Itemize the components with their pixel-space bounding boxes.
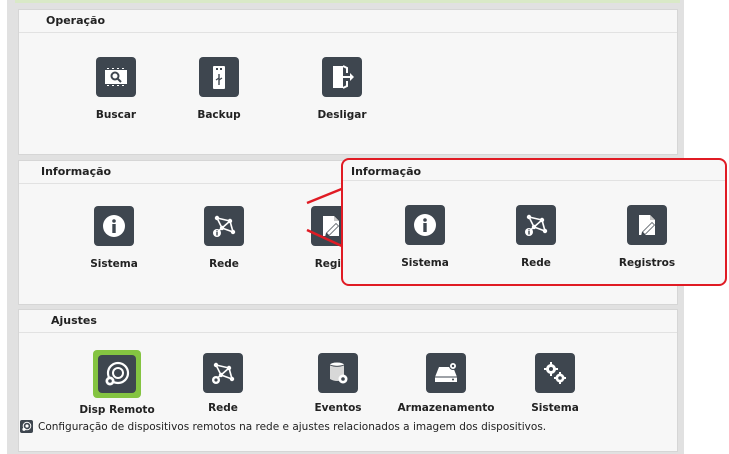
- zoom-callout: Informação Sistema Rede Registros: [341, 158, 727, 286]
- callout-rede-button[interactable]: Rede: [481, 205, 591, 269]
- annotation-line-top: [306, 186, 345, 205]
- informacao-title: Informação: [41, 165, 112, 178]
- info-rede-label: Rede: [209, 258, 239, 270]
- divider: [19, 332, 677, 333]
- callout-sistema-label: Sistema: [401, 257, 449, 269]
- callout-sistema-button[interactable]: Sistema: [370, 205, 480, 269]
- search-video-icon: [96, 57, 136, 97]
- info-sistema-label: Sistema: [90, 258, 138, 270]
- backup-button[interactable]: Backup: [164, 57, 274, 121]
- network-icon: [203, 353, 243, 393]
- info-sistema-button[interactable]: Sistema: [59, 206, 169, 270]
- buscar-label: Buscar: [95, 109, 137, 121]
- operacao-panel: Operação Buscar Backup Desligar: [18, 9, 678, 155]
- top-accent-line: [15, 0, 680, 3]
- desligar-button[interactable]: Desligar: [287, 57, 397, 121]
- remote-camera-icon: [98, 355, 136, 393]
- annotation-line-bottom: [306, 228, 345, 249]
- buscar-button[interactable]: Buscar: [61, 57, 171, 121]
- selected-highlight: [93, 350, 141, 398]
- ajustes-sistema-label: Sistema: [531, 402, 579, 414]
- ajustes-sistema-button[interactable]: Sistema: [500, 353, 610, 414]
- eventos-button[interactable]: Eventos: [283, 353, 393, 414]
- backup-label: Backup: [197, 109, 241, 121]
- description-bar: Configuração de dispositivos remotos na …: [20, 420, 546, 433]
- operacao-title: Operação: [46, 14, 106, 27]
- storage-icon: [426, 353, 466, 393]
- log-edit-icon: [627, 205, 667, 245]
- exit-door-icon: [322, 57, 362, 97]
- callout-title: Informação: [351, 165, 422, 178]
- eventos-label: Eventos: [314, 402, 362, 414]
- callout-registros-button[interactable]: Registros: [592, 205, 702, 269]
- remote-camera-icon: [20, 420, 33, 433]
- armazenamento-button[interactable]: Armazenamento: [391, 353, 501, 414]
- network-info-icon: [204, 206, 244, 246]
- info-rede-button[interactable]: Rede: [169, 206, 279, 270]
- desligar-label: Desligar: [317, 109, 367, 121]
- usb-drive-icon: [199, 57, 239, 97]
- network-info-icon: [516, 205, 556, 245]
- disp-remoto-button[interactable]: Disp Remoto: [62, 350, 172, 416]
- ajustes-title: Ajustes: [51, 314, 97, 327]
- armazenamento-label: Armazenamento: [397, 402, 495, 414]
- divider: [343, 180, 725, 181]
- events-icon: [318, 353, 358, 393]
- divider: [19, 32, 677, 33]
- disp-remoto-label: Disp Remoto: [79, 404, 155, 416]
- info-icon: [405, 205, 445, 245]
- ajustes-rede-button[interactable]: Rede: [168, 353, 278, 414]
- callout-registros-label: Registros: [618, 257, 676, 269]
- info-icon: [94, 206, 134, 246]
- callout-rede-label: Rede: [521, 257, 551, 269]
- system-gears-icon: [535, 353, 575, 393]
- ajustes-rede-label: Rede: [208, 402, 238, 414]
- description-text: Configuração de dispositivos remotos na …: [38, 420, 547, 433]
